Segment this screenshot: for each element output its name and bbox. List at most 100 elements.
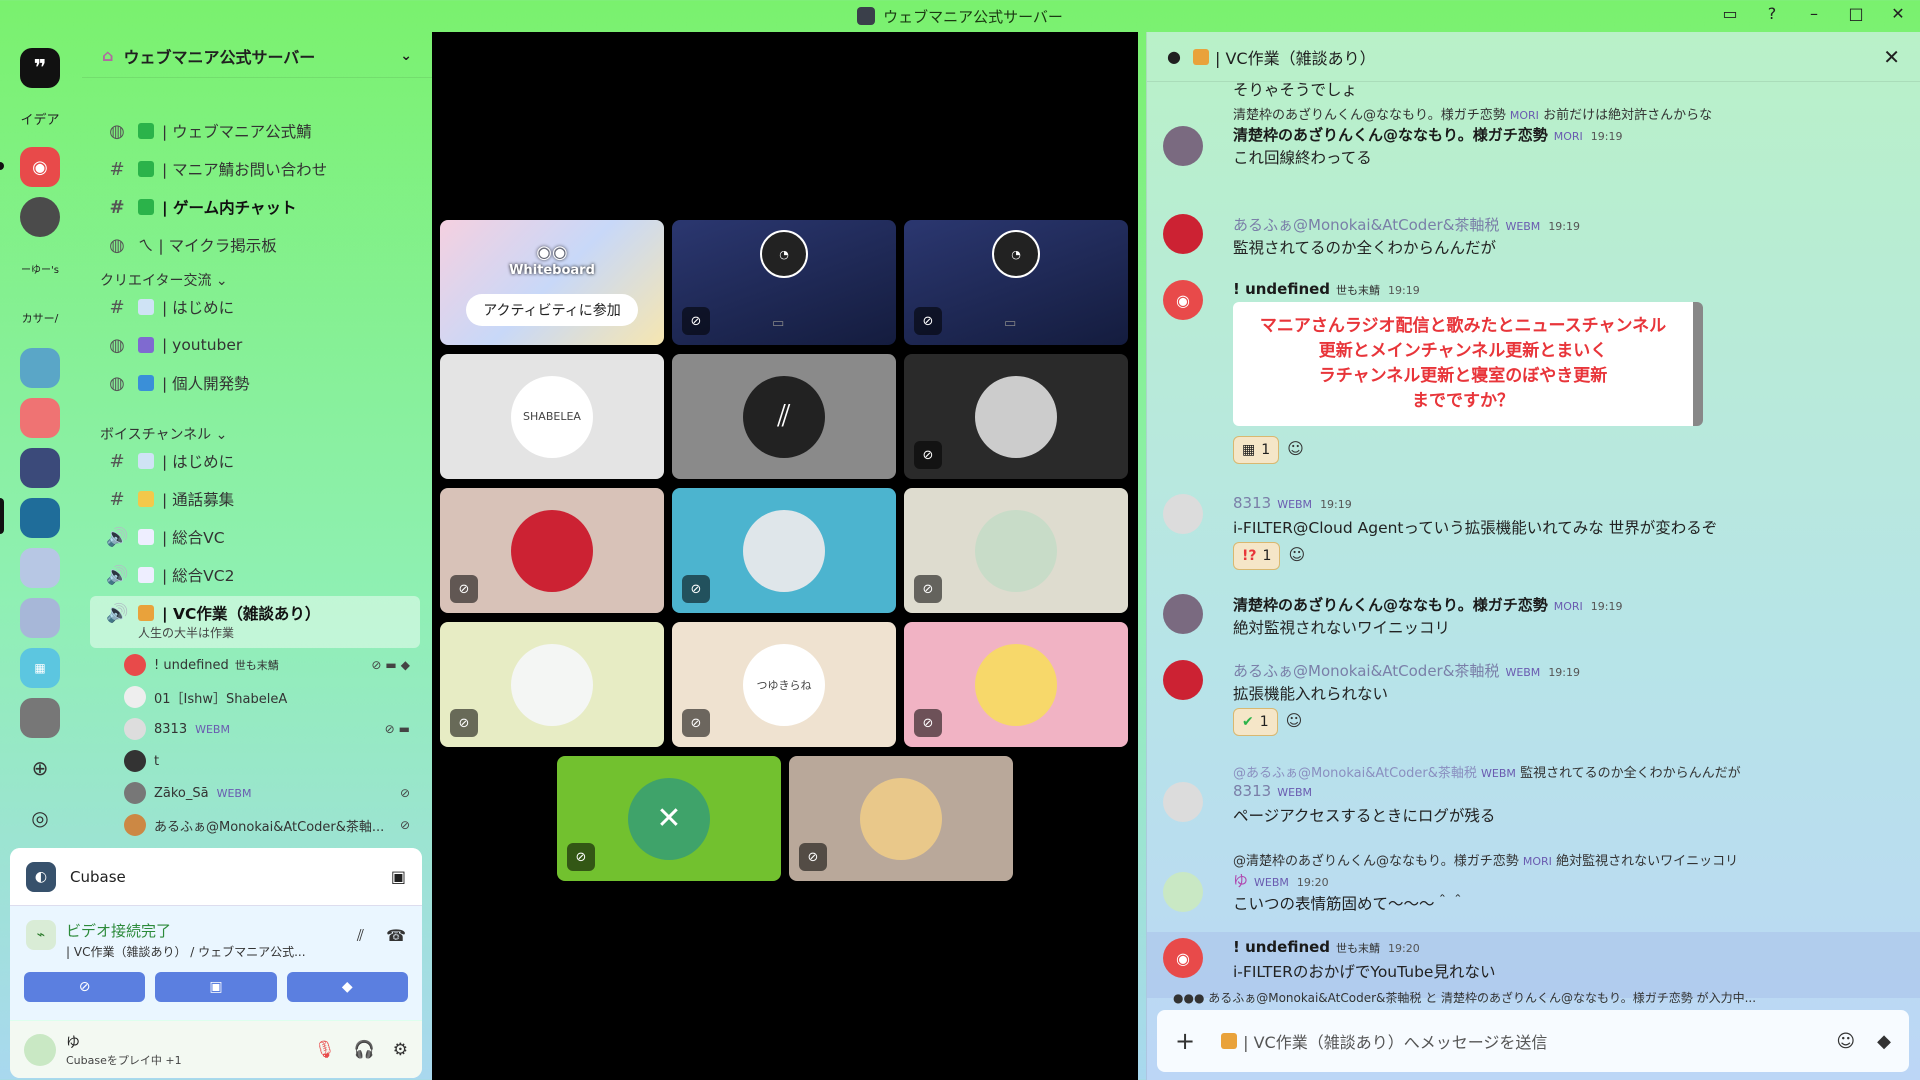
video-tile[interactable]: SHABELEA (440, 354, 664, 479)
server-art[interactable] (20, 398, 60, 438)
server-yuu[interactable]: ーゆー's (20, 248, 60, 288)
discord-server-icon[interactable]: ◉ (20, 147, 60, 187)
activity-button[interactable]: ◆ (286, 972, 408, 1002)
explore-icon[interactable]: ◎ (20, 798, 60, 838)
camera-off-button[interactable]: ⊘ (24, 972, 146, 1002)
vc-user[interactable]: あるふぁ@Monokai&AtCoder&茶軸... ⊘ (124, 810, 414, 840)
connection-location[interactable]: | VC作業（雑談あり） / ウェブマニア公式... (66, 943, 306, 960)
video-tile[interactable]: ⊘ (789, 756, 1013, 881)
mic-muted-icon[interactable]: 🎙 (314, 1040, 336, 1060)
channel-minecraft-board[interactable]: ◍ ㄟ | マイクラ掲示板 (90, 228, 420, 262)
add-attachment-icon[interactable]: + (1175, 1027, 1195, 1055)
category-creator[interactable]: クリエイター交流 ⌄ (100, 270, 228, 290)
emoji-picker-icon[interactable]: ☺ (1836, 1031, 1855, 1052)
channel-inquiry[interactable]: # | マニア鯖お問い合わせ (90, 152, 420, 186)
whiteboard-tile[interactable]: ◉◉ Whiteboard アクティビティに参加 (440, 220, 664, 345)
close-window-button[interactable]: ✕ (1888, 4, 1908, 23)
author-name[interactable]: あるふぁ@Monokai&AtCoder&茶軸税 (1233, 216, 1499, 234)
channel-game-chat[interactable]: # | ゲーム内チャット (90, 190, 420, 224)
video-tile[interactable]: ✕ ⊘ (557, 756, 781, 881)
author-name[interactable]: ! undefined (1233, 938, 1330, 956)
avatar[interactable] (1163, 214, 1203, 254)
avatar[interactable] (1163, 660, 1203, 700)
server-anime2[interactable] (20, 598, 60, 638)
chat-message[interactable]: @清楚枠のあざりんくん@ななもり。様ガチ恋勢 MORI 絶対監視されないワイニッ… (1163, 850, 1903, 914)
headphones-icon[interactable]: 🎧 (354, 1040, 375, 1060)
avatar[interactable] (1163, 782, 1203, 822)
vc-user[interactable]: ! undefined 世も末鯖 ⊘▬◆ (124, 650, 414, 680)
reply-preview[interactable]: @清楚枠のあざりんくん@ななもり。様ガチ恋勢 MORI 絶対監視されないワイニッ… (1233, 850, 1738, 869)
chat-message[interactable]: ◉ ! undefined 世も末鯖 19:19 マニアさんラジオ配信と歌みたとニュ… (1163, 280, 1903, 464)
category-voice[interactable]: ボイスチャンネル ⌄ (100, 424, 227, 444)
chat-message[interactable]: @あるふぁ@Monokai&AtCoder&茶軸税 WEBM 監視されてるのか全… (1163, 762, 1903, 825)
disconnect-icon[interactable]: ☎ (386, 926, 406, 945)
author-name[interactable]: 8313 (1233, 494, 1271, 512)
add-reaction-icon[interactable]: ☺ (1288, 545, 1305, 564)
author-name[interactable]: あるふぁ@Monokai&AtCoder&茶軸税 (1233, 662, 1499, 680)
message-composer[interactable]: + | VC作業（雑談あり）へメッセージを送信 ☺ ◆ (1157, 1010, 1909, 1072)
channel-youtuber[interactable]: ◍ | youtuber (90, 328, 420, 362)
close-icon[interactable]: ✕ (1883, 45, 1900, 69)
activity-icon[interactable]: ◆ (1877, 1031, 1891, 1052)
video-tile[interactable]: ⊘ (904, 622, 1128, 747)
discord-avatar[interactable]: ◉ (1163, 280, 1203, 320)
video-tile[interactable]: ⊘ (672, 488, 896, 613)
server-kasa[interactable]: カサー/ (20, 298, 60, 338)
add-reaction-icon[interactable]: ☺ (1286, 711, 1303, 730)
server-glasses[interactable] (20, 698, 60, 738)
vc-user[interactable]: Zāko_Sā WEBM ⊘ (124, 778, 414, 808)
server-webmania[interactable] (20, 498, 60, 538)
image-attachment[interactable]: マニアさんラジオ配信と歌みたとニュースチャンネル 更新とメインチャンネル更新とま… (1233, 302, 1703, 426)
add-reaction-icon[interactable]: ☺ (1287, 439, 1304, 458)
screen-share-icon[interactable]: ▣ (391, 867, 406, 886)
maximize-button[interactable]: □ (1846, 4, 1866, 23)
gear-icon[interactable]: ⚙ (393, 1040, 408, 1060)
message-input[interactable]: | VC作業（雑談あり）へメッセージを送信 (1243, 1029, 1547, 1053)
reaction-button[interactable]: ▦ 1 (1233, 436, 1280, 464)
channel-call-recruit[interactable]: # | 通話募集 (90, 482, 420, 516)
server-anime[interactable] (20, 548, 60, 588)
discord-avatar[interactable]: ◉ (1163, 938, 1203, 978)
join-activity-button[interactable]: アクティビティに参加 (466, 294, 638, 326)
help-icon[interactable]: ? (1762, 4, 1782, 23)
channel-sougou-vc[interactable]: 🔊 | 総合VC (90, 520, 420, 554)
avatar[interactable] (1163, 872, 1203, 912)
channel-indie-dev[interactable]: ◍ | 個人開発勢 (90, 366, 420, 400)
author-name[interactable]: ゆ (1233, 872, 1248, 890)
server-avatar[interactable] (20, 197, 60, 237)
reply-preview[interactable]: @あるふぁ@Monokai&AtCoder&茶軸税 WEBM 監視されてるのか全… (1233, 762, 1741, 781)
server-header[interactable]: ⌂ ウェブマニア公式サーバー ⌄ (82, 34, 432, 78)
server-idea[interactable]: イデア (20, 98, 60, 138)
avatar[interactable] (24, 1033, 56, 1066)
author-name[interactable]: 清楚枠のあざりんくん@ななもり。様ガチ恋勢 (1233, 126, 1548, 144)
video-tile[interactable]: ⊘ (904, 354, 1128, 479)
server-quote-icon[interactable]: ❞ (20, 48, 60, 88)
server-man[interactable] (20, 448, 60, 488)
vc-user[interactable]: t (124, 746, 414, 776)
share-screen-button[interactable]: ▣ (155, 972, 277, 1002)
minimize-button[interactable]: – (1804, 4, 1824, 23)
channel-official[interactable]: ◍ | ウェブマニア公式鯖 (90, 114, 420, 148)
avatar[interactable] (1163, 126, 1203, 166)
channel-vc-work-active[interactable]: 🔊 | VC作業（雑談あり） 人生の大半は作業 (90, 596, 420, 648)
video-tile[interactable]: ⊘ (904, 488, 1128, 613)
vc-user[interactable]: 8313 WEBM ⊘▬ (124, 714, 414, 744)
reaction-button[interactable]: ✔ 1 (1233, 708, 1278, 736)
add-server-icon[interactable]: ⊕ (20, 748, 60, 788)
avatar[interactable] (1163, 494, 1203, 534)
video-tile[interactable]: ⊘ (440, 622, 664, 747)
inbox-icon[interactable]: ▭ (1720, 4, 1740, 23)
activity-row[interactable]: ◐ Cubase ▣ (10, 848, 422, 906)
video-tile[interactable]: つゆきらね ⊘ (672, 622, 896, 747)
video-tile[interactable]: ⊘ (440, 488, 664, 613)
chat-message[interactable]: 清楚枠のあざりんくん@ななもり。様ガチ恋勢 MORI お前だけは絶対許さんからな… (1163, 104, 1903, 168)
reply-preview[interactable]: 清楚枠のあざりんくん@ななもり。様ガチ恋勢 MORI お前だけは絶対許さんからな (1233, 104, 1712, 123)
author-name[interactable]: 8313 (1233, 782, 1271, 800)
author-name[interactable]: ! undefined (1233, 280, 1330, 298)
vc-user[interactable]: 01［Ishw］ShabeleA (124, 682, 414, 712)
channel-voice-hajimeni[interactable]: # | はじめに (90, 444, 420, 478)
reaction-button[interactable]: !? 1 (1233, 542, 1281, 570)
channel-hajimeni[interactable]: # | はじめに (90, 290, 420, 324)
video-tile[interactable]: ◔ ⊘ ▭ (672, 220, 896, 345)
server-building[interactable]: ▦ (20, 648, 60, 688)
